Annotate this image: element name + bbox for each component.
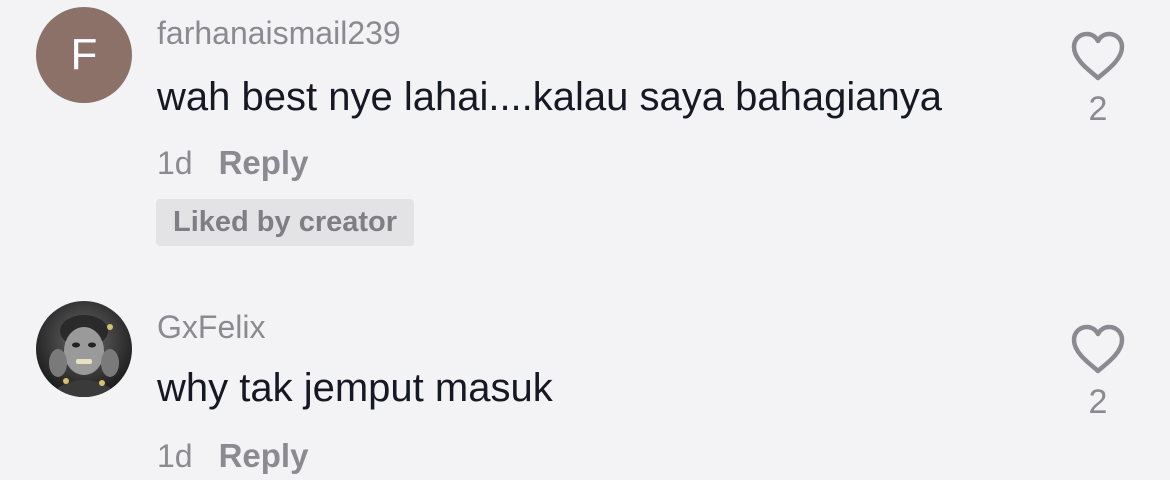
like-count: 2 <box>1088 383 1108 421</box>
comment-username[interactable]: GxFelix <box>157 311 265 343</box>
comment-timestamp: 1d <box>157 145 193 181</box>
like-group: 2 <box>1066 323 1130 419</box>
avatar-initial: F <box>70 30 98 79</box>
comment-item: F farhanaismail239 wah best nye lahai...… <box>0 0 1170 270</box>
reply-button[interactable]: Reply <box>219 439 309 472</box>
avatar[interactable] <box>36 301 132 397</box>
comment-meta: 1d Reply <box>157 146 308 179</box>
comment-text: wah best nye lahai....kalau saya bahagia… <box>157 75 942 119</box>
comment-item: GxFelix why tak jemput masuk 1d Reply 2 <box>0 296 1170 480</box>
reply-button[interactable]: Reply <box>219 146 309 179</box>
avatar[interactable]: F <box>36 7 132 103</box>
heart-outline-icon[interactable] <box>1069 30 1127 82</box>
comment-meta: 1d Reply <box>157 439 308 472</box>
like-count: 2 <box>1088 90 1108 128</box>
like-group: 2 <box>1066 30 1130 126</box>
liked-by-creator-badge: Liked by creator <box>156 199 415 246</box>
profile-photo-icon <box>36 301 132 397</box>
comment-timestamp: 1d <box>157 438 193 474</box>
comment-text: why tak jemput masuk <box>157 366 553 410</box>
comment-username[interactable]: farhanaismail239 <box>157 17 401 49</box>
heart-outline-icon[interactable] <box>1069 323 1127 375</box>
